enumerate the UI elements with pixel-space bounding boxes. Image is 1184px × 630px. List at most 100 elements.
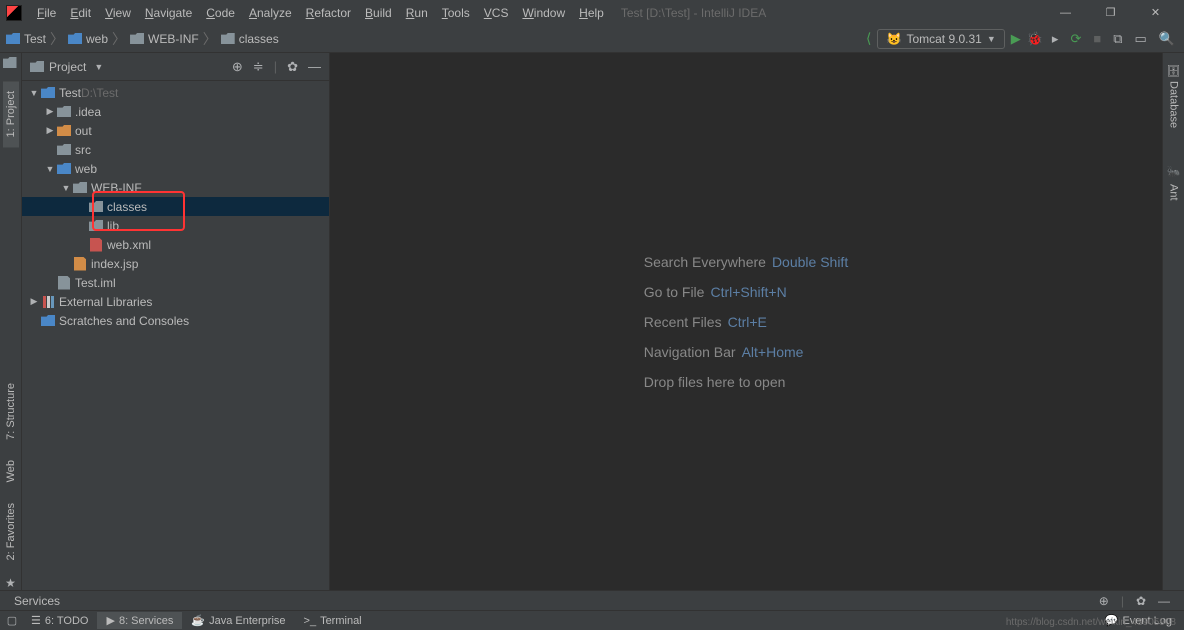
tree-toggle-icon[interactable]: ▶ — [44, 125, 56, 136]
bottom-tab[interactable]: >_Terminal — [295, 612, 371, 629]
profile-icon[interactable]: ⟳ — [1067, 31, 1084, 47]
tree-toggle-icon[interactable]: ▼ — [28, 88, 40, 98]
project-tool-window: Project ▼ ⊕ ≑ | ✿ — ▼Test D:\Test▶.idea▶… — [22, 53, 330, 590]
folder-icon — [56, 163, 72, 174]
menu-view[interactable]: View — [98, 3, 138, 23]
tree-row[interactable]: Test.iml — [22, 273, 329, 292]
hint-shortcut: Ctrl+Shift+N — [710, 284, 786, 300]
jsp-file-icon — [72, 257, 88, 271]
tree-row[interactable]: Scratches and Consoles — [22, 311, 329, 330]
tree-row[interactable]: ▼Test D:\Test — [22, 83, 329, 102]
stop-button[interactable]: ■ — [1090, 31, 1104, 46]
right-gutter-tab[interactable]: 🐜Ant — [1165, 156, 1182, 210]
tree-row[interactable]: ▶out — [22, 121, 329, 140]
editor-hints: Search EverywhereDouble Shift Go to File C… — [644, 254, 848, 390]
menu-vcs[interactable]: VCS — [477, 3, 516, 23]
project-tree[interactable]: ▼Test D:\Test▶.idea▶outsrc▼web▼WEB-INFcl… — [22, 81, 329, 590]
tree-row[interactable]: ▶External Libraries — [22, 292, 329, 311]
breadcrumb-item[interactable]: WEB-INF — [130, 32, 199, 46]
left-gutter-tab[interactable]: Web — [3, 450, 19, 492]
collapse-icon[interactable]: ≑ — [253, 59, 264, 75]
run-button[interactable]: ▶ — [1011, 31, 1021, 47]
menu-build[interactable]: Build — [358, 3, 399, 23]
breadcrumb-item[interactable]: classes — [221, 32, 279, 46]
menu-analyze[interactable]: Analyze — [242, 3, 299, 23]
tree-row[interactable]: ▼ WEB-INF — [22, 178, 329, 197]
tree-label: Test — [59, 86, 81, 100]
bottom-tab[interactable]: ☰6: TODO — [22, 612, 97, 629]
tree-toggle-icon[interactable]: ▼ — [60, 183, 72, 193]
hint-text: Go to File — [644, 284, 705, 300]
main-area: 1: Project 7: StructureWeb2: Favorites ★ P… — [0, 53, 1184, 590]
editor-hint: Go to File Ctrl+Shift+N — [644, 284, 848, 300]
locate-icon[interactable]: ⊕ — [232, 59, 243, 75]
bottom-tab[interactable]: ☕Java Enterprise — [182, 612, 294, 629]
tree-row[interactable]: ▼web — [22, 159, 329, 178]
menu-run[interactable]: Run — [399, 3, 435, 23]
left-gutter-tab[interactable]: 1: Project — [3, 81, 19, 147]
menu-navigate[interactable]: Navigate — [138, 3, 199, 23]
breadcrumb-separator: 〉 — [112, 29, 126, 49]
editor-hint: Drop files here to open — [644, 374, 848, 390]
bottom-tab-icon: ☕ — [191, 614, 205, 627]
folder-icon — [56, 144, 72, 155]
scratch-icon — [40, 315, 56, 326]
gear-icon[interactable]: ✿ — [1136, 594, 1146, 608]
tree-row[interactable]: lib — [22, 216, 329, 235]
minimize-button[interactable]: — — [1043, 0, 1088, 25]
hide-icon[interactable]: — — [1158, 594, 1170, 608]
menu-window[interactable]: Window — [515, 3, 572, 23]
menu-tools[interactable]: Tools — [435, 3, 477, 23]
maximize-button[interactable]: ❐ — [1088, 0, 1133, 25]
menu-refactor[interactable]: Refactor — [299, 3, 358, 23]
hide-panels-icon[interactable]: ▭ — [1132, 31, 1150, 47]
locate-icon[interactable]: ⊕ — [1099, 594, 1109, 608]
left-gutter-tab[interactable]: 7: Structure — [3, 373, 19, 450]
tree-label: Scratches and Consoles — [59, 314, 189, 328]
window-controls: — ❐ ✕ — [1043, 0, 1178, 25]
tree-toggle-icon[interactable]: ▶ — [28, 296, 40, 307]
run-configuration-dropdown[interactable]: 😺 Tomcat 9.0.31 ▼ — [877, 29, 1004, 49]
breadcrumb-item[interactable]: web — [68, 32, 108, 46]
menu-code[interactable]: Code — [199, 3, 242, 23]
tree-row[interactable]: index.jsp — [22, 254, 329, 273]
breadcrumb-label: Test — [24, 32, 46, 46]
right-gutter-tab[interactable]: 🗄Database — [1165, 53, 1182, 138]
debug-button[interactable]: 🐞 — [1027, 31, 1043, 47]
tree-row[interactable]: web.xml — [22, 235, 329, 254]
menu-edit[interactable]: Edit — [63, 3, 98, 23]
gutter-tab-label: Database — [1168, 81, 1180, 128]
project-panel-header: Project ▼ ⊕ ≑ | ✿ — — [22, 53, 329, 81]
project-quick-icon[interactable] — [3, 57, 19, 71]
services-label: Services — [14, 594, 60, 608]
left-gutter-tab[interactable]: 2: Favorites — [3, 493, 19, 570]
build-icon[interactable]: ⟨ — [866, 30, 871, 47]
project-view-selector[interactable]: Project ▼ — [30, 60, 103, 74]
breadcrumb-item[interactable]: Test — [6, 32, 46, 46]
tree-label: index.jsp — [91, 257, 138, 271]
hide-icon[interactable]: — — [308, 59, 321, 75]
right-tool-gutter: 🗄Database 🐜Ant — [1162, 53, 1184, 590]
tree-row[interactable]: classes — [22, 197, 329, 216]
tree-toggle-icon[interactable]: ▼ — [44, 164, 56, 174]
quick-access-icon[interactable]: ▢ — [2, 614, 22, 627]
run-coverage-icon[interactable]: ▸ — [1049, 31, 1062, 47]
folder-icon — [221, 33, 235, 44]
hint-text: Navigation Bar — [644, 344, 736, 360]
menu-help[interactable]: Help — [572, 3, 611, 23]
bottom-tab[interactable]: ▶8: Services — [97, 612, 182, 629]
tree-toggle-icon[interactable]: ▶ — [44, 106, 56, 117]
tree-row[interactable]: src — [22, 140, 329, 159]
favorites-icon[interactable]: ★ — [5, 576, 16, 590]
editor-hint: Search EverywhereDouble Shift — [644, 254, 848, 270]
editor-hint: Recent FilesCtrl+E — [644, 314, 848, 330]
tree-row[interactable]: ▶.idea — [22, 102, 329, 121]
search-everywhere-icon[interactable]: 🔍 — [1156, 31, 1178, 47]
tree-label: WEB-INF — [91, 181, 142, 195]
hint-shortcut: Alt+Home — [742, 344, 804, 360]
menu-file[interactable]: File — [30, 3, 63, 23]
breadcrumb-separator: 〉 — [50, 29, 64, 49]
gear-icon[interactable]: ✿ — [287, 59, 298, 75]
close-button[interactable]: ✕ — [1133, 0, 1178, 25]
update-vcs-icon[interactable]: ⧉ — [1110, 31, 1125, 47]
